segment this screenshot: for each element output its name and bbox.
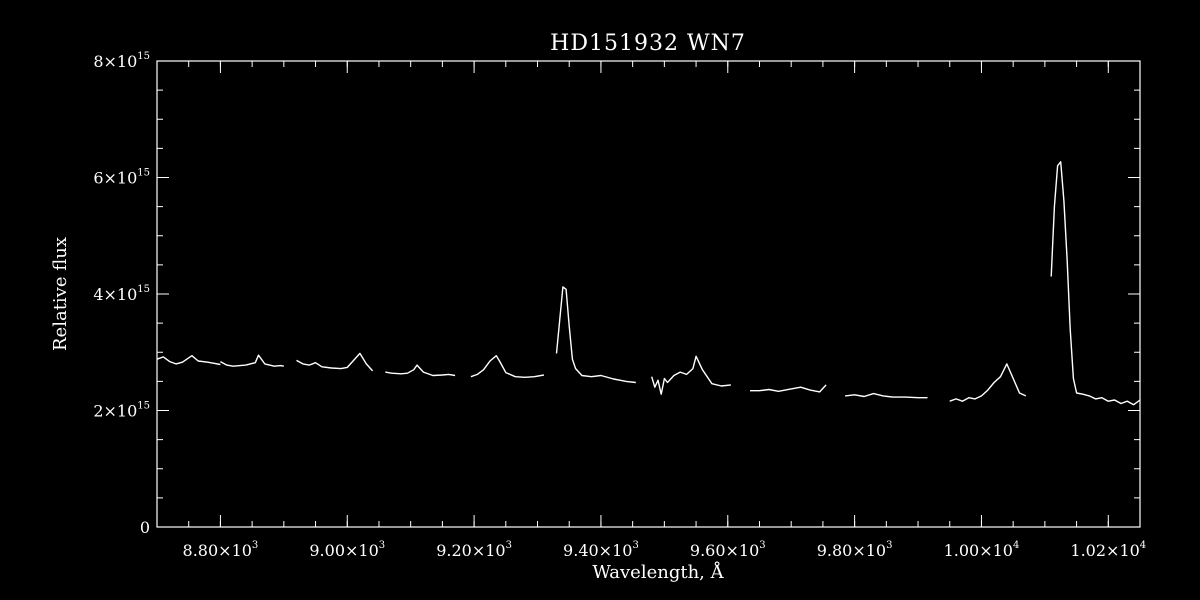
axis-ticks: [156, 60, 1141, 528]
spectrum-segment: [555, 286, 636, 384]
x-tick-label: 9.40×103: [563, 540, 639, 560]
tick-labels: 8.80×103 9.00×103 9.20×103 9.40×103 9.60×103…: [93, 51, 1146, 560]
spectrum-series: [156, 161, 1141, 406]
spectrum-segment: [220, 354, 284, 367]
spectrum-chart: HD151932 WN7 Wavelength, Å Relative flux…: [50, 31, 1146, 583]
spectrum-segment: [750, 384, 827, 393]
y-tick-label: 0: [140, 518, 150, 537]
x-axis-title: Wavelength, Å: [592, 561, 724, 583]
spectrum-segment: [470, 355, 545, 378]
plot-frame: [156, 60, 1141, 528]
spectrum-segment: [1050, 161, 1141, 406]
x-tick-label: 1.00×104: [944, 540, 1020, 560]
y-axis-title: Relative flux: [50, 237, 71, 351]
spectrum-segment: [845, 392, 928, 399]
x-tick-label: 9.20×103: [436, 540, 512, 560]
y-tick-label: 4×1015: [93, 284, 150, 304]
spectrum-segment: [651, 355, 731, 395]
x-tick-label: 1.02×104: [1070, 540, 1146, 560]
chart-title: HD151932 WN7: [550, 31, 746, 56]
x-tick-label: 9.80×103: [817, 540, 893, 560]
spectrum-segment: [949, 363, 1027, 402]
x-tick-label: 8.80×103: [183, 540, 259, 560]
y-tick-label: 6×1015: [93, 168, 150, 188]
spectrum-segment: [296, 352, 374, 372]
spectrum-segment: [385, 364, 456, 377]
spectrum-segment: [156, 355, 221, 366]
y-tick-label: 8×1015: [93, 51, 150, 71]
y-tick-label: 2×1015: [93, 401, 150, 421]
x-tick-label: 9.60×103: [690, 540, 766, 560]
x-tick-label: 9.00×103: [309, 540, 385, 560]
